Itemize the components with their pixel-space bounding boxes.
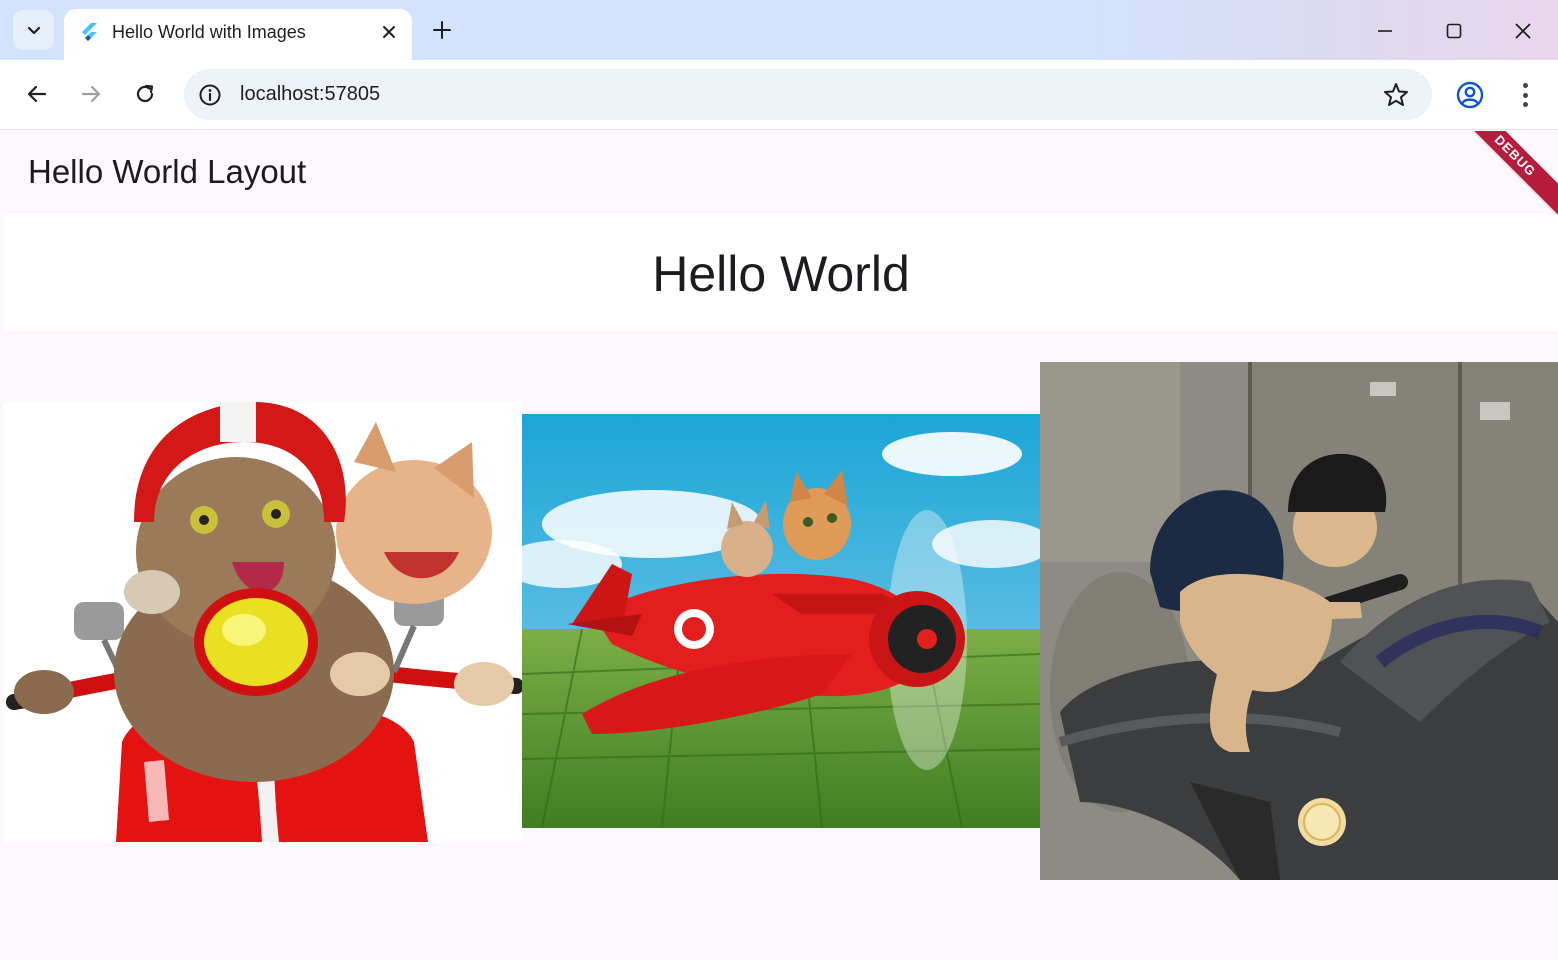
- browser-toolbar: localhost:57805: [0, 60, 1558, 130]
- chevron-down-icon: [27, 26, 40, 35]
- reload-button[interactable]: [127, 76, 163, 112]
- flutter-icon: [82, 23, 97, 41]
- star-icon[interactable]: [1382, 81, 1410, 109]
- close-icon: [1515, 23, 1531, 39]
- minimize-icon: [1378, 30, 1392, 32]
- arrow-forward-icon: [81, 85, 101, 103]
- minimize-button[interactable]: [1368, 14, 1402, 48]
- app-bar: Hello World Layout: [4, 131, 1558, 215]
- app-viewport: Hello World Layout DEBUG Hello World: [4, 131, 1558, 960]
- back-button[interactable]: [19, 76, 55, 112]
- cat-scooter-image: [4, 402, 522, 842]
- kebab-menu-icon[interactable]: [1512, 80, 1538, 110]
- cat-airplane-image: [522, 414, 1040, 828]
- hello-header: Hello World: [4, 215, 1558, 331]
- close-window-button[interactable]: [1506, 14, 1540, 48]
- forward-button[interactable]: [73, 76, 109, 112]
- maximize-button[interactable]: [1437, 14, 1471, 48]
- address-bar[interactable]: localhost:57805: [184, 69, 1432, 120]
- arrow-back-icon: [27, 85, 47, 103]
- hello-heading: Hello World: [652, 246, 910, 302]
- cat-motorbike-image: [1040, 362, 1558, 880]
- plus-icon: [433, 21, 451, 39]
- new-tab-button[interactable]: [428, 16, 456, 44]
- tab-search-button[interactable]: [13, 10, 54, 50]
- browser-tabstrip: Hello World with Images: [0, 0, 1558, 60]
- tab-title: Hello World with Images: [112, 22, 306, 42]
- tab-close-icon[interactable]: [378, 21, 400, 43]
- account-icon[interactable]: [1455, 80, 1485, 110]
- app-bar-title: Hello World Layout: [28, 153, 307, 190]
- maximize-icon: [1446, 23, 1462, 39]
- active-tab[interactable]: Hello World with Images: [64, 9, 412, 60]
- url-text[interactable]: localhost:57805: [240, 83, 380, 106]
- info-icon[interactable]: [198, 83, 222, 107]
- reload-icon: [136, 84, 154, 103]
